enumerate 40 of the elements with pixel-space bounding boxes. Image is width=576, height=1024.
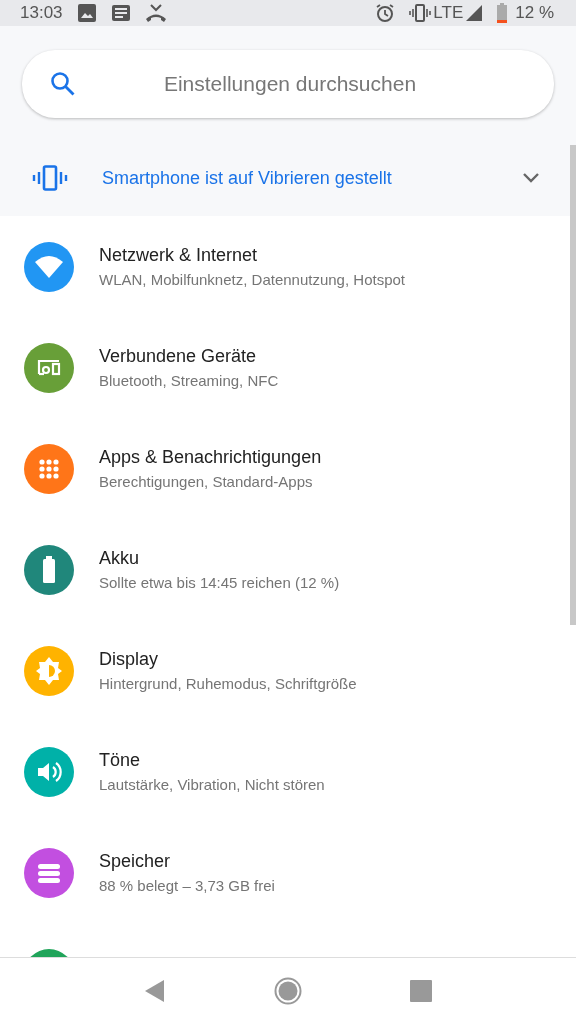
condition-banner[interactable]: Smartphone ist auf Vibrieren gestellt: [0, 140, 570, 216]
item-title: Akku: [99, 548, 141, 569]
item-title: Netzwerk & Internet: [99, 245, 259, 266]
vibrate-icon: [32, 165, 68, 191]
battery-icon: [497, 3, 508, 23]
settings-item[interactable]: Apps & Benachrichtigungen Berechtigungen, Standard-Apps: [0, 418, 570, 519]
alarm-icon: [375, 3, 396, 23]
search-icon: [50, 71, 76, 97]
chevron-icon[interactable]: [522, 172, 540, 184]
settings-item[interactable]: Display Hintergrund, Ruhemodus, Schriftgröße: [0, 620, 570, 721]
signal-icon: [465, 4, 484, 22]
battery-percent: 12 %: [515, 3, 554, 23]
item-title: Speicher: [99, 851, 172, 872]
item-title: Töne: [99, 750, 142, 771]
status-time: 13:03: [20, 3, 63, 23]
condition-text: Smartphone ist auf Vibrieren gestellt: [102, 167, 393, 189]
settings-item[interactable]: Töne Lautstärke, Vibration, Nicht stören: [0, 721, 570, 822]
item-title: Apps & Benachrichtigungen: [99, 447, 322, 468]
home-icon[interactable]: [274, 977, 302, 1005]
vibrate-icon: [409, 3, 432, 23]
missed-call-icon: [144, 3, 167, 23]
network-type: LTE: [433, 3, 464, 23]
back-icon[interactable]: [144, 979, 166, 1003]
settings-item[interactable]: Verbundene Geräte Bluetooth, Streaming, NFC: [0, 317, 570, 418]
image-icon: [76, 3, 97, 23]
settings-item[interactable]: Netzwerk & Internet WLAN, Mobilfunknetz, Datennutzung, Hotspot: [0, 216, 570, 317]
settings-item[interactable]: Speicher 88 % belegt – 3,73 GB frei: [0, 822, 570, 923]
item-summary: Bluetooth, Streaming, NFC: [99, 372, 279, 389]
item-summary: Sollte etwa bis 14:45 reichen (12 %): [99, 574, 340, 591]
item-title: Display: [99, 649, 160, 670]
item-summary: WLAN, Mobilfunknetz, Datennutzung, Hotspot: [99, 271, 405, 288]
search-placeholder: Einstellungen durchsuchen: [162, 72, 418, 96]
search-field[interactable]: Einstellungen durchsuchen: [22, 50, 554, 118]
item-summary: 88 % belegt – 3,73 GB frei: [99, 877, 275, 894]
item-summary: Hintergrund, Ruhemodus, Schriftgröße: [99, 675, 357, 692]
item-title: Verbundene Geräte: [99, 346, 258, 367]
settings-item[interactable]: Akku Sollte etwa bis 14:45 reichen (12 %): [0, 519, 570, 620]
message-icon: [110, 3, 131, 23]
item-summary: Lautstärke, Vibration, Nicht stören: [99, 776, 325, 793]
item-summary: Berechtigungen, Standard-Apps: [99, 473, 314, 490]
